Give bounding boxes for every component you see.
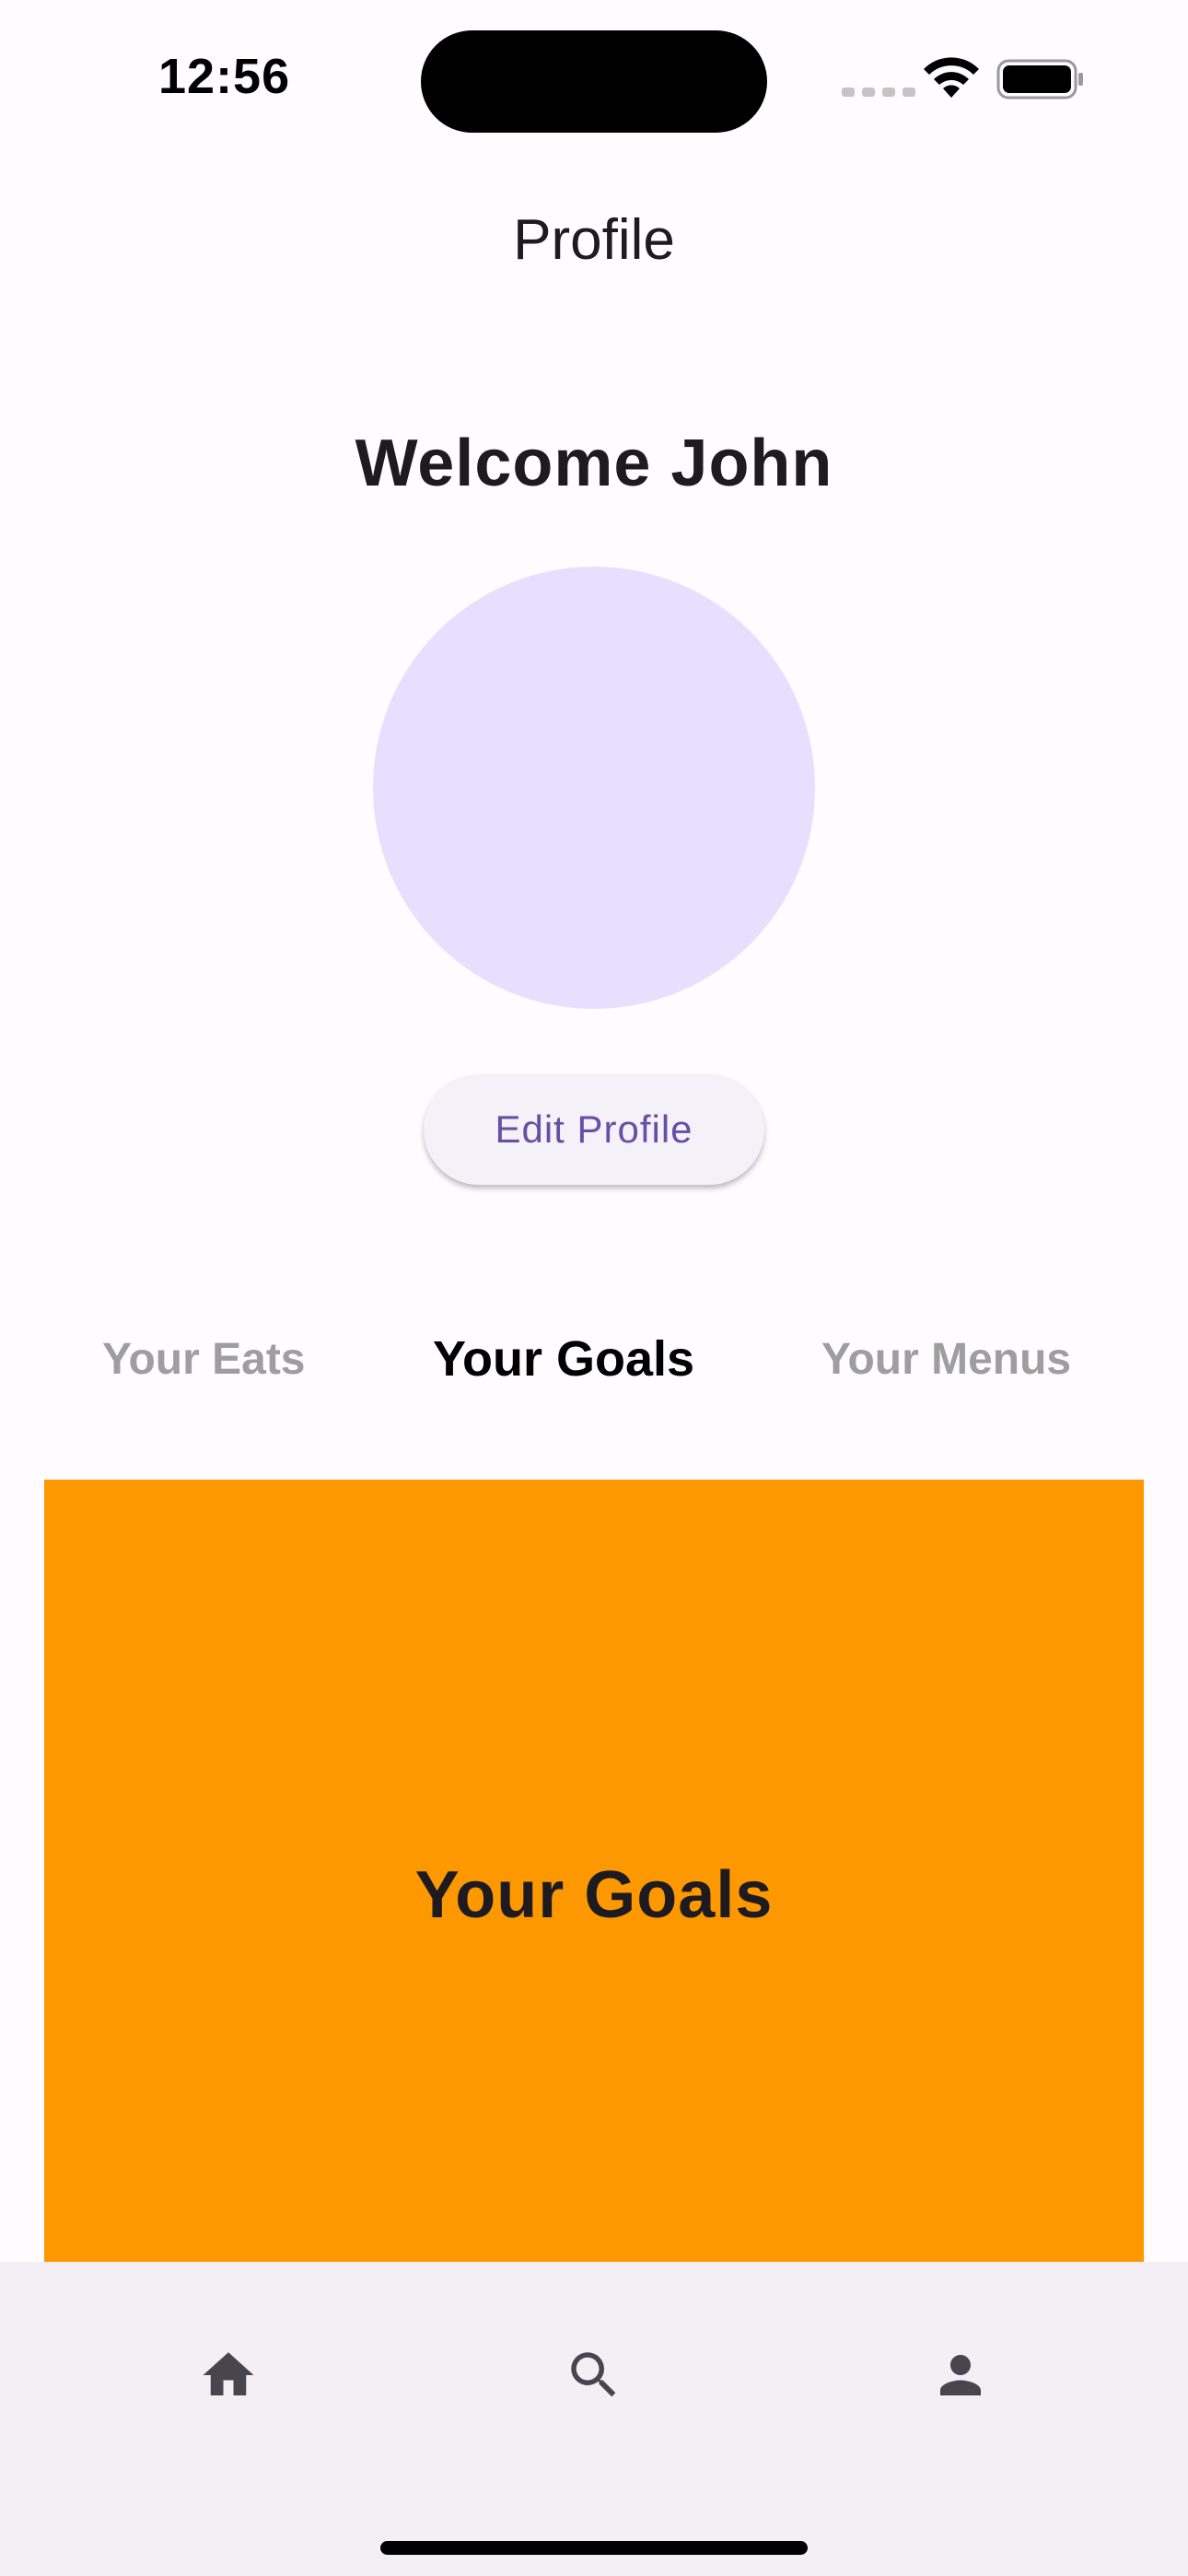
dynamic-island <box>421 30 767 133</box>
home-icon <box>203 2352 254 2395</box>
bottom-navigation <box>0 2262 1188 2576</box>
avatar[interactable] <box>373 567 815 1009</box>
edit-profile-button[interactable]: Edit Profile <box>424 1074 764 1185</box>
goals-panel-label: Your Goals <box>414 1858 774 1932</box>
status-time: 12:56 <box>158 49 291 104</box>
page-title: Profile <box>513 208 675 272</box>
cellular-signal-icon <box>842 88 915 97</box>
nav-profile-button[interactable] <box>928 2343 993 2407</box>
home-indicator[interactable] <box>380 2541 808 2555</box>
nav-home-button[interactable] <box>196 2343 261 2407</box>
welcome-heading: Welcome John <box>355 427 833 500</box>
profile-screen: 12:56 Profile Welcome John Edit Profile … <box>0 0 1188 2576</box>
tab-your-eats[interactable]: Your Eats <box>102 1334 306 1385</box>
battery-icon <box>996 59 1083 100</box>
person-icon <box>940 2355 981 2395</box>
goals-panel: Your Goals <box>44 1480 1144 2263</box>
tab-your-goals[interactable]: Your Goals <box>433 1330 694 1388</box>
tab-your-menus[interactable]: Your Menus <box>821 1334 1071 1385</box>
nav-search-button[interactable] <box>562 2343 626 2407</box>
profile-tabs: Your Eats Your Goals Your Menus <box>0 1331 1188 1399</box>
search-icon <box>571 2352 616 2397</box>
wifi-icon <box>924 57 979 98</box>
